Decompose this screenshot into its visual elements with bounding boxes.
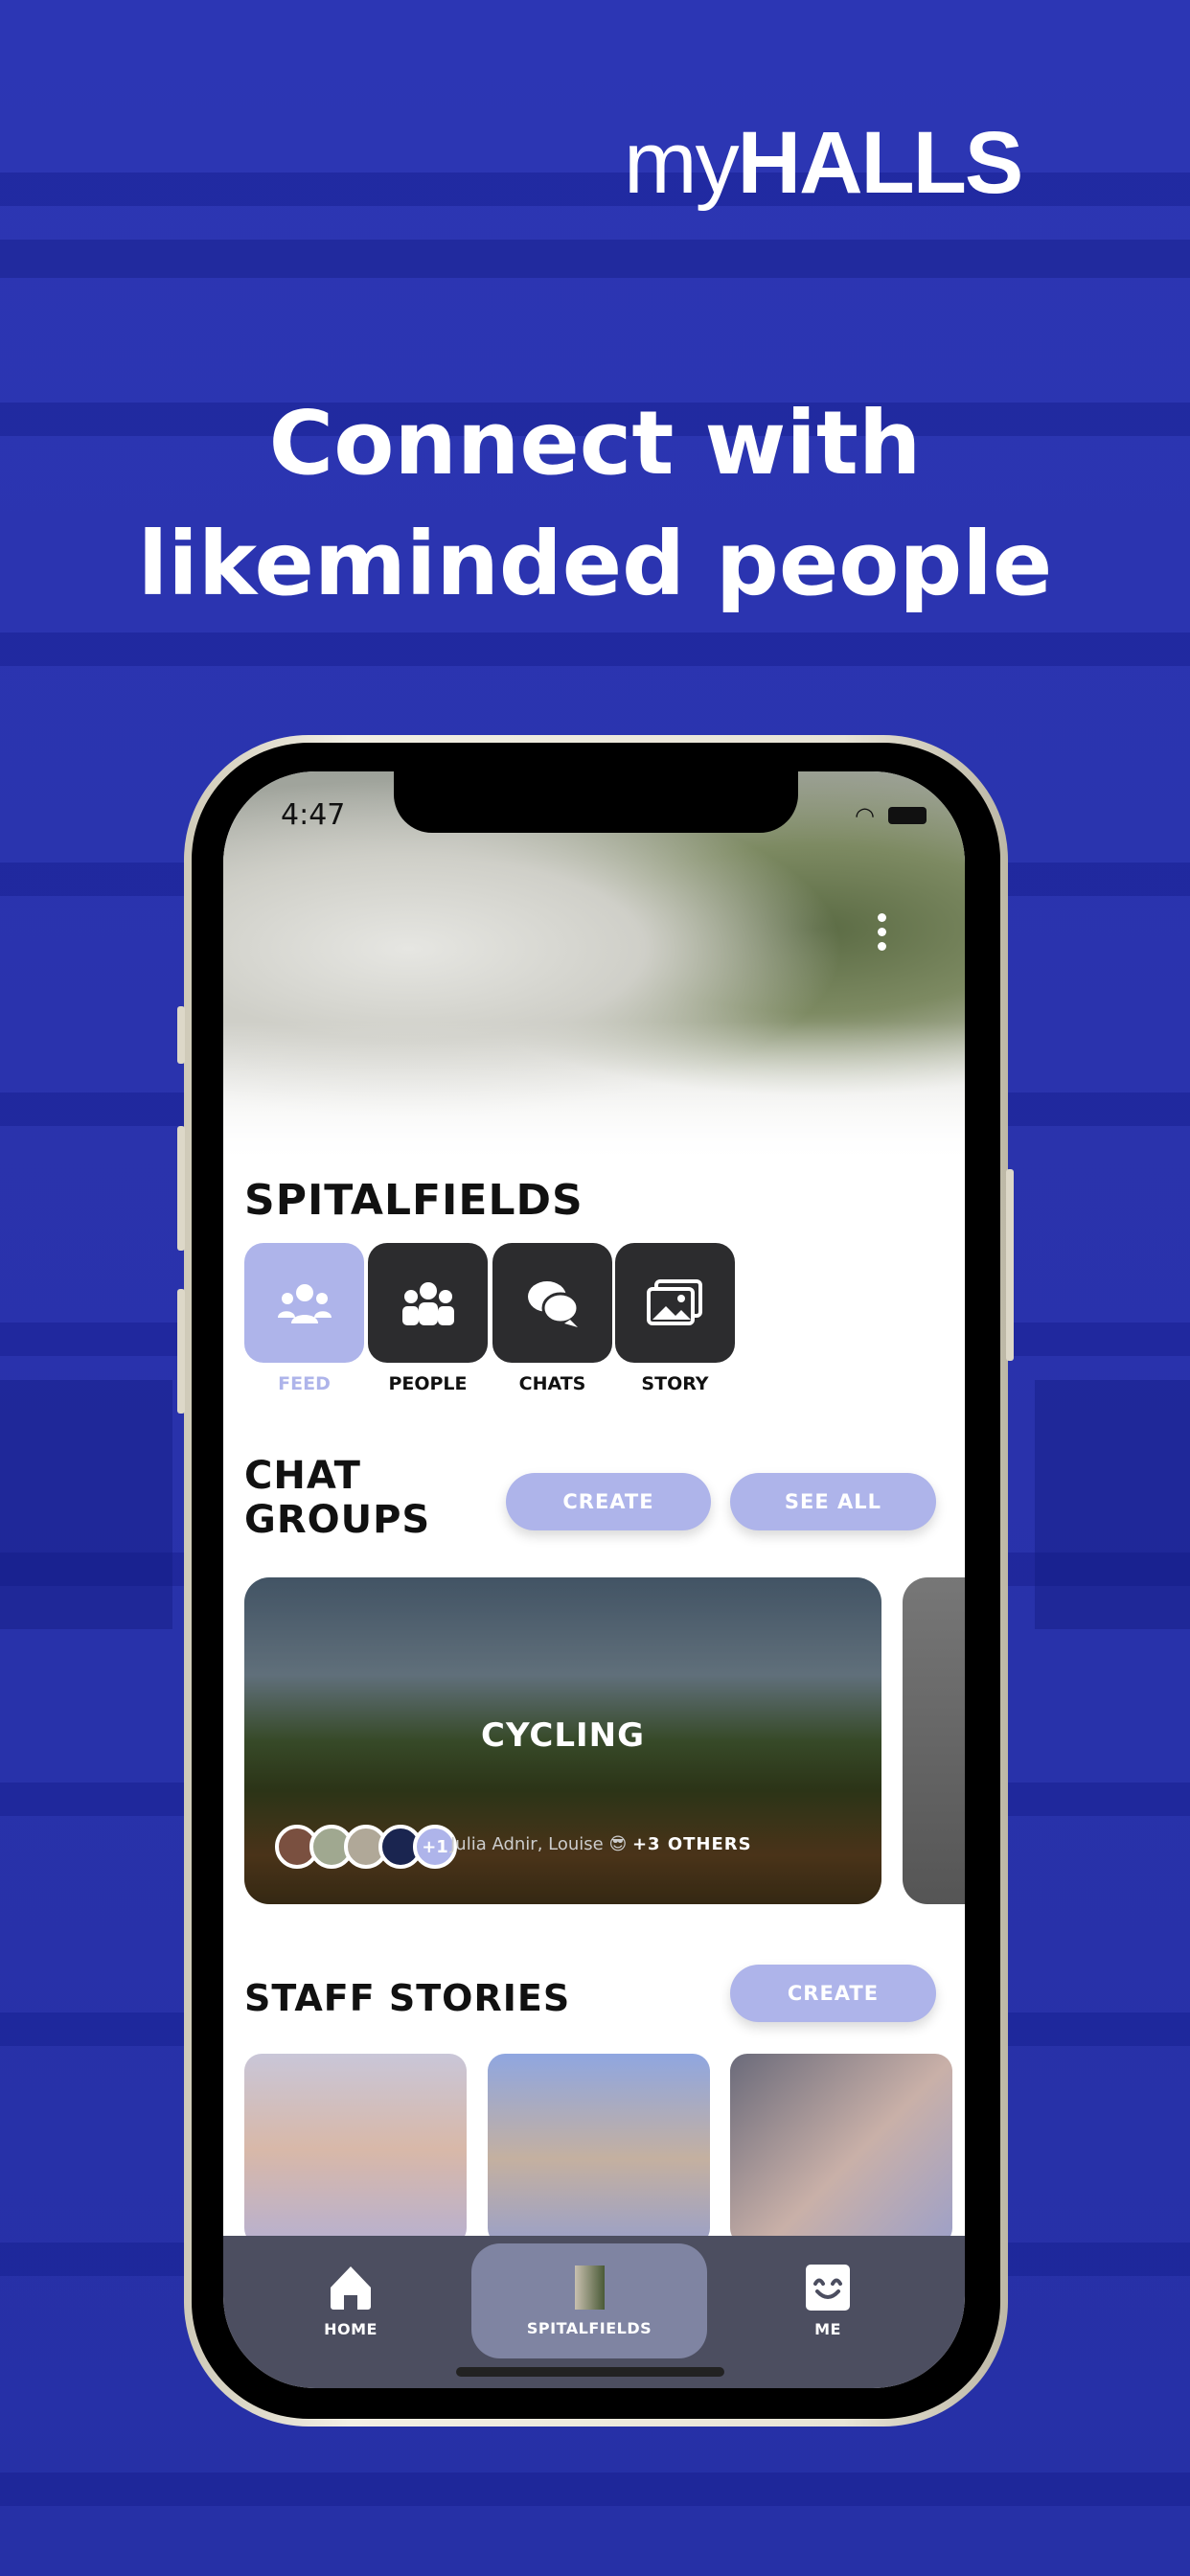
chat-group-card-cycling[interactable]: CYCLING +1 Julia Adnir, Louise 😎 +3 OTHE… — [244, 1577, 881, 1904]
hall-title: SPITALFIELDS — [244, 1176, 584, 1225]
headline: Connect with likeminded people — [0, 383, 1190, 625]
chat-groups-title: CHAT GROUPS — [244, 1454, 431, 1542]
tile-people[interactable] — [368, 1243, 488, 1363]
status-icons: ◠ — [855, 802, 927, 829]
phone-button — [177, 1126, 185, 1251]
chat-group-card-next[interactable] — [903, 1577, 965, 1904]
chat-group-title: CYCLING — [481, 1716, 645, 1755]
staff-story-card[interactable] — [244, 2054, 467, 2245]
smiley-icon — [806, 2264, 850, 2311]
status-time: 4:47 — [281, 798, 346, 832]
phone-button — [177, 1006, 185, 1064]
chats-icon — [527, 1280, 579, 1327]
staff-story-card[interactable] — [488, 2054, 710, 2245]
background-decor — [1035, 1380, 1190, 1629]
tile-people-label: PEOPLE — [388, 1373, 468, 1394]
tab-bar: HOME SPITALFIELDS ME — [223, 2236, 965, 2388]
background-decor — [0, 240, 1190, 278]
staff-stories-title: STAFF STORIES — [244, 1977, 571, 2019]
myhalls-logo: myHALLS — [624, 114, 1023, 212]
tab-home[interactable]: HOME — [233, 2243, 469, 2358]
create-staff-story-button[interactable]: CREATE — [730, 1965, 936, 2022]
home-indicator — [456, 2367, 724, 2377]
staff-story-card[interactable] — [730, 2054, 952, 2245]
feed-icon — [277, 1283, 332, 1323]
tile-feed[interactable] — [244, 1243, 364, 1363]
wifi-icon: ◠ — [855, 802, 875, 829]
app-screen: 4:47 ◠ SPITALFIELDS FEED PEOPLE CHATS ST… — [223, 771, 965, 2388]
tile-story-label: STORY — [641, 1373, 709, 1394]
tab-spitalfields[interactable]: SPITALFIELDS — [471, 2243, 707, 2358]
see-all-chat-groups-button[interactable]: SEE ALL — [730, 1473, 936, 1530]
battery-icon — [888, 807, 927, 824]
member-avatars: +1 — [275, 1825, 457, 1869]
phone-button — [177, 1289, 185, 1414]
tile-story[interactable] — [615, 1243, 735, 1363]
more-options-icon[interactable] — [878, 913, 887, 956]
member-names: Julia Adnir, Louise 😎 +3 OTHERS — [450, 1834, 752, 1854]
tile-chats[interactable] — [492, 1243, 612, 1363]
tile-feed-label: FEED — [278, 1373, 331, 1394]
headline-line1: Connect with — [268, 392, 922, 494]
notch — [394, 771, 798, 833]
create-chat-group-button[interactable]: CREATE — [506, 1473, 711, 1530]
tab-me[interactable]: ME — [710, 2243, 946, 2358]
people-icon — [401, 1281, 454, 1325]
tile-chats-label: CHATS — [518, 1373, 586, 1394]
hall-thumbnail — [574, 2265, 605, 2310]
background-decor — [0, 1380, 172, 1629]
headline-line2: likeminded people — [137, 513, 1053, 615]
home-icon — [331, 2266, 371, 2310]
phone-button — [1006, 1169, 1014, 1361]
story-icon — [646, 1278, 702, 1325]
